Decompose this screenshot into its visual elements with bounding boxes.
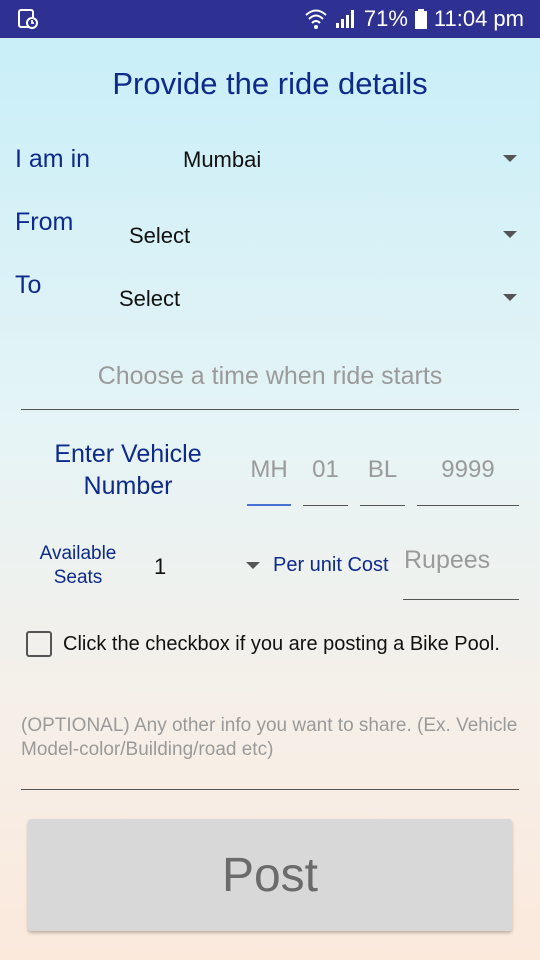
chevron-down-icon (503, 155, 517, 162)
per-unit-cost-label: Per unit Cost (273, 554, 389, 576)
from-label: From (15, 208, 74, 236)
seats-dropdown[interactable]: 1 (145, 546, 267, 586)
page-title: Provide the ride details (112, 66, 428, 101)
vehicle-number-input[interactable]: 9999 (417, 452, 519, 506)
to-dropdown[interactable]: Select (110, 279, 525, 319)
post-button[interactable]: Post (28, 819, 512, 931)
status-icons: 71% 11:04 pm (304, 0, 524, 38)
rupees-input[interactable]: Rupees (403, 546, 519, 600)
chevron-down-icon (246, 562, 260, 569)
battery-icon (414, 9, 427, 29)
seats-value: 1 (154, 554, 167, 579)
vehicle-label-line2: Number (83, 472, 173, 500)
city-dropdown[interactable]: Mumbai (175, 140, 525, 180)
vehicle-district-input[interactable]: 01 (303, 452, 348, 506)
from-value: Select (129, 223, 191, 248)
from-dropdown[interactable]: Select (120, 216, 525, 256)
signal-icon (335, 10, 354, 28)
bike-pool-checkbox[interactable] (26, 631, 52, 657)
additional-info-field[interactable]: (OPTIONAL) Any other info you want to sh… (21, 714, 519, 790)
available-seats-label: Available Seats (28, 542, 128, 590)
battery-percent: 71% (363, 6, 408, 31)
seats-label-line2: Seats (53, 567, 103, 588)
to-label: To (15, 271, 42, 299)
chevron-down-icon (503, 294, 517, 301)
bike-pool-label[interactable]: Click the checkbox if you are posting a … (63, 633, 500, 656)
vehicle-number-label: Enter Vehicle Number (30, 438, 226, 502)
vehicle-series-input[interactable]: BL (360, 452, 405, 506)
city-value: Mumbai (183, 147, 262, 172)
vehicle-state-input[interactable]: MH (247, 452, 291, 506)
chevron-down-icon (503, 231, 517, 238)
city-label: I am in (15, 145, 91, 173)
seats-label-line1: Available (39, 543, 117, 564)
app-notification-icon (18, 9, 38, 29)
vehicle-label-line1: Enter Vehicle (54, 440, 202, 468)
ride-start-time-field[interactable]: Choose a time when ride starts (21, 350, 519, 410)
status-bar: 71% 11:04 pm (0, 0, 540, 38)
to-value: Select (119, 286, 181, 311)
wifi-icon (305, 9, 327, 29)
clock: 11:04 pm (433, 6, 524, 31)
